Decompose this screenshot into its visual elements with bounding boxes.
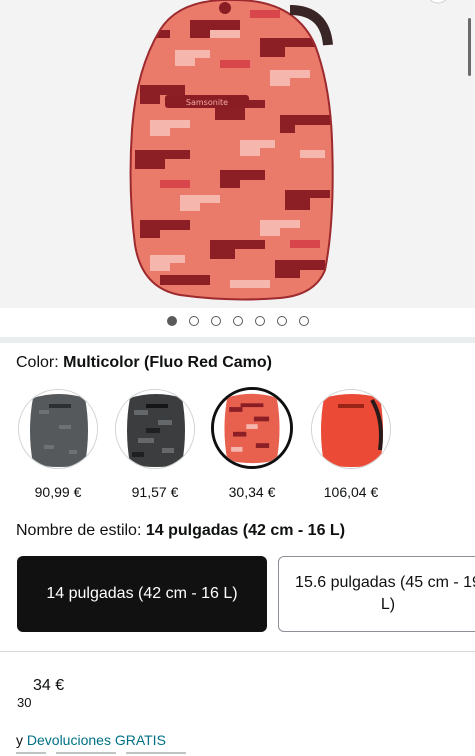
color-label: Color: <box>16 354 64 371</box>
style-option-label: 14 pulgadas (42 cm - 16 L) <box>46 585 238 602</box>
image-carousel-dots <box>0 316 475 326</box>
style-option-label: 15.6 pulgadas (45 cm - 19 L) <box>295 574 475 613</box>
red-backpack-thumbnail <box>312 390 390 468</box>
more-options-icon[interactable] <box>423 0 453 4</box>
color-swatch-fluo-red-camo[interactable] <box>211 387 293 469</box>
carousel-dot[interactable] <box>298 316 309 326</box>
carousel-dot[interactable] <box>254 316 265 326</box>
truncated-text-line <box>16 752 196 756</box>
color-swatch-red[interactable] <box>311 389 391 469</box>
section-divider <box>0 337 475 343</box>
grey-backpack-thumbnail <box>19 390 97 468</box>
swatch-price: 30,34 € <box>228 484 276 500</box>
dark-camo-backpack-thumbnail <box>116 390 194 468</box>
scrollbar[interactable] <box>468 18 471 76</box>
carousel-dot[interactable] <box>166 316 177 326</box>
returns-prefix: y <box>16 732 27 748</box>
selected-color-value: Multicolor (Fluo Red Camo) <box>63 354 272 371</box>
color-selection-label: Color: Multicolor (Fluo Red Camo) <box>16 354 272 372</box>
carousel-dot[interactable] <box>276 316 287 326</box>
swatch-price: 91,57 € <box>131 484 179 500</box>
fluo-red-camo-backpack-thumbnail <box>214 390 290 466</box>
style-label: Nombre de estilo: <box>16 522 146 539</box>
price-sub: 30 <box>17 695 32 710</box>
brand-tag: Samsonite <box>186 98 228 107</box>
free-returns-link[interactable]: Devoluciones GRATIS <box>27 732 166 748</box>
returns-line: y Devoluciones GRATIS <box>16 732 166 748</box>
style-option-14-inch[interactable]: 14 pulgadas (42 cm - 16 L) <box>17 556 267 632</box>
carousel-dot[interactable] <box>232 316 243 326</box>
style-option-15-6-inch[interactable]: 15.6 pulgadas (45 cm - 19 L) <box>278 556 475 632</box>
swatch-price: 90,99 € <box>34 484 82 500</box>
product-image-gallery[interactable]: Samsonite <box>0 0 475 308</box>
product-image: Samsonite <box>129 0 334 301</box>
color-swatch-dark-camo[interactable] <box>115 389 195 469</box>
carousel-dot[interactable] <box>188 316 199 326</box>
style-selection-label: Nombre de estilo: 14 pulgadas (42 cm - 1… <box>16 522 345 540</box>
selected-style-value: 14 pulgadas (42 cm - 16 L) <box>145 522 346 539</box>
carousel-dot[interactable] <box>210 316 221 326</box>
color-swatch-grey[interactable] <box>18 389 98 469</box>
price-main: 34 € <box>33 677 65 694</box>
swatch-price: 106,04 € <box>323 484 379 500</box>
section-divider <box>0 651 475 652</box>
